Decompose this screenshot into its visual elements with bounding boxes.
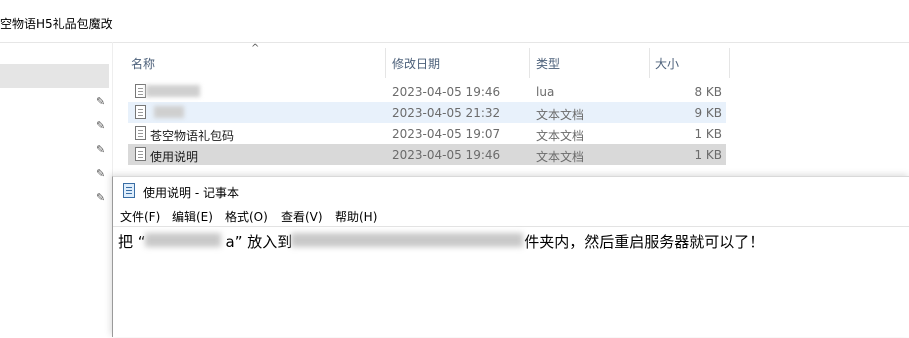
file-type: lua: [536, 85, 555, 99]
explorer-title: 空物语H5礼品包魔改: [0, 17, 113, 31]
file-row[interactable]: 苍空物语礼包码 2023-04-05 19:07 文本文档 1 KB: [128, 123, 726, 144]
pin-icon[interactable]: ✎: [96, 96, 106, 108]
column-header-size[interactable]: 大小: [655, 55, 679, 72]
content-text: 把 “: [118, 233, 146, 251]
redaction-blur: [291, 233, 523, 247]
menu-file[interactable]: 文件(F): [120, 208, 160, 225]
column-divider[interactable]: [385, 48, 386, 78]
file-row[interactable]: 使用说明 2023-04-05 19:46 文本文档 1 KB: [128, 144, 726, 165]
text-file-icon: [135, 105, 146, 119]
file-name: 苍空物语礼包码: [150, 129, 235, 143]
menu-help[interactable]: 帮助(H): [335, 208, 377, 225]
menu-view[interactable]: 查看(V): [281, 208, 323, 225]
navigation-pane: ✎ ✎ ✎ ✎ ✎: [0, 42, 113, 336]
text-file-icon: [135, 147, 146, 161]
file-name: 使用说明: [150, 150, 199, 164]
redacted-filename: [146, 85, 200, 97]
redaction-blur: [145, 233, 221, 247]
file-type: 文本文档: [536, 150, 585, 164]
file-date: 2023-04-05 19:46: [392, 85, 501, 99]
notepad-title: 使用说明 - 记事本: [143, 186, 239, 200]
column-header-name[interactable]: 名称: [131, 55, 155, 72]
file-size: 1 KB: [694, 127, 722, 141]
nav-item-selected[interactable]: [0, 64, 109, 88]
explorer-title-bar: 空物语H5礼品包魔改: [0, 0, 909, 43]
notepad-window: 使用说明 - 记事本 文件(F) 编辑(E) 格式(O) 查看(V) 帮助(H)…: [112, 176, 909, 337]
column-header-row: 名称 修改日期 类型 大小: [112, 42, 909, 80]
menu-edit[interactable]: 编辑(E): [172, 208, 213, 225]
notepad-title-bar[interactable]: 使用说明 - 记事本: [113, 177, 909, 204]
file-row[interactable]: 2023-04-05 19:46 lua 8 KB: [128, 81, 726, 102]
file-type: 文本文档: [536, 129, 585, 143]
file-size: 9 KB: [694, 106, 722, 120]
content-text: a” 放入到: [225, 233, 293, 251]
file-date: 2023-04-05 19:07: [392, 127, 501, 141]
column-divider[interactable]: [529, 48, 530, 78]
pin-icon[interactable]: ✎: [96, 168, 106, 180]
column-divider[interactable]: [729, 48, 730, 78]
file-row[interactable]: 2023-04-05 21:32 文本文档 9 KB: [128, 102, 726, 123]
file-type: 文本文档: [536, 108, 585, 122]
pin-icon[interactable]: ✎: [96, 144, 106, 156]
column-divider[interactable]: [649, 48, 650, 78]
file-date: 2023-04-05 19:46: [392, 148, 501, 162]
text-file-icon: [135, 126, 146, 140]
file-size: 1 KB: [694, 148, 722, 162]
file-date: 2023-04-05 21:32: [392, 106, 501, 120]
pin-icon[interactable]: ✎: [96, 120, 106, 132]
notepad-icon: [123, 183, 135, 198]
file-icon: [135, 84, 146, 98]
pin-icon[interactable]: ✎: [96, 192, 106, 204]
menu-format[interactable]: 格式(O): [225, 208, 268, 225]
notepad-menu-bar: 文件(F) 编辑(E) 格式(O) 查看(V) 帮助(H): [113, 206, 909, 226]
column-header-type[interactable]: 类型: [536, 55, 560, 72]
redacted-filename: [154, 106, 184, 118]
file-size: 8 KB: [694, 85, 722, 99]
column-header-date[interactable]: 修改日期: [392, 55, 440, 72]
content-text: 件夹内，然后重启服务器就可以了！: [524, 233, 765, 251]
